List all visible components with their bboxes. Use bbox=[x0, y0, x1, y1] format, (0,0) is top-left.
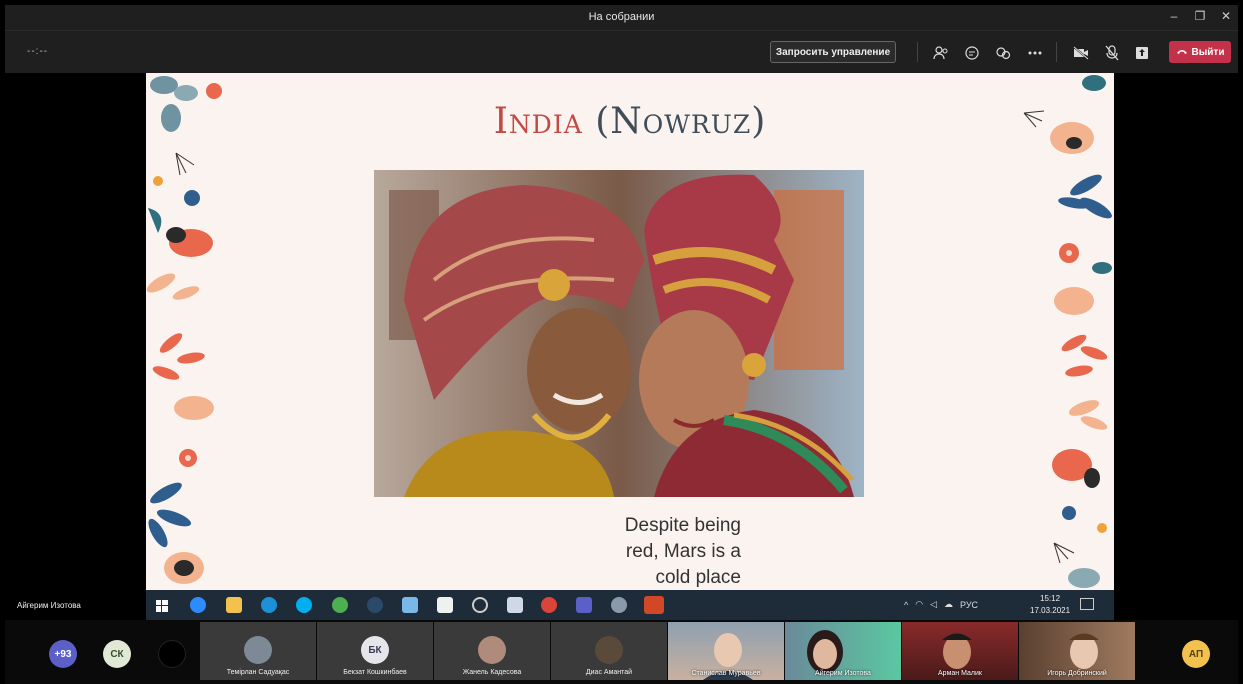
wifi-icon[interactable]: ◠ bbox=[915, 599, 923, 610]
participant-name: Жанель Кадесова bbox=[462, 669, 522, 676]
edge-icon[interactable] bbox=[261, 597, 277, 613]
participant-tile[interactable]: Диас Амантай bbox=[551, 622, 667, 680]
participant-tile[interactable]: БК Бекзат Кошкинбаев bbox=[317, 622, 433, 680]
participant-tile[interactable]: Жанель Кадесова bbox=[434, 622, 550, 680]
participant-name: Игорь Добринский bbox=[1047, 670, 1107, 677]
shared-slide: India (Nowruz) Despite being red, Mars i… bbox=[146, 73, 1114, 590]
mic-off-icon[interactable] bbox=[1102, 43, 1122, 63]
phone-hangup-icon bbox=[1176, 47, 1188, 58]
app-icon[interactable] bbox=[611, 597, 627, 613]
slide-title-country: India bbox=[493, 101, 583, 142]
notepad-icon[interactable] bbox=[437, 597, 453, 613]
participant-strip: +93 СК Темірлан Садуақас БК Бекзат Кошки… bbox=[5, 620, 1238, 684]
avatar bbox=[478, 636, 506, 664]
share-screen-icon[interactable] bbox=[1132, 43, 1152, 63]
file-explorer-icon[interactable] bbox=[226, 597, 242, 613]
skype-icon[interactable] bbox=[296, 597, 312, 613]
language-indicator[interactable]: РУС bbox=[960, 600, 978, 610]
chrome-icon[interactable] bbox=[541, 597, 557, 613]
participant-name: Диас Амантай bbox=[585, 669, 633, 676]
meeting-timer: --:-- bbox=[27, 46, 49, 57]
toolbar-divider bbox=[917, 42, 918, 62]
close-button[interactable]: ✕ bbox=[1218, 9, 1234, 23]
meeting-toolbar: --:-- Запросить управление Выйти bbox=[5, 30, 1238, 73]
title-bar: На собрании – ❐ ✕ bbox=[5, 5, 1238, 30]
presenter-name: Айгерим Изотова bbox=[17, 601, 81, 610]
app-icon[interactable] bbox=[472, 597, 488, 613]
reactions-icon[interactable] bbox=[993, 43, 1013, 63]
participant-avatar[interactable]: АП bbox=[1182, 640, 1210, 668]
minimize-button[interactable]: – bbox=[1166, 9, 1182, 23]
more-participants-badge[interactable]: +93 bbox=[49, 640, 77, 668]
participant-video[interactable]: Айгерим Изотова bbox=[785, 622, 901, 680]
windows-start-icon[interactable] bbox=[156, 599, 168, 612]
app-icon[interactable] bbox=[402, 597, 418, 613]
volume-icon[interactable]: ◁ bbox=[930, 599, 937, 610]
participant-name: Бекзат Кошкинбаев bbox=[343, 669, 407, 676]
more-icon[interactable] bbox=[1025, 43, 1045, 63]
caption-line: Despite being bbox=[624, 515, 741, 536]
participant-name: Темірлан Садуақас bbox=[226, 669, 290, 676]
participant-video[interactable]: Станислав Муравьев bbox=[668, 622, 784, 680]
teams-icon[interactable] bbox=[576, 597, 592, 613]
taskbar-clock[interactable]: 15:12 17.03.2021 bbox=[1030, 593, 1070, 617]
clock-date: 17.03.2021 bbox=[1030, 606, 1071, 615]
shared-taskbar: ^ ◠ ◁ ☁ РУС 15:12 17.03.2021 bbox=[146, 590, 1114, 620]
toolbar-divider bbox=[1056, 42, 1057, 62]
chevron-up-icon[interactable]: ^ bbox=[904, 600, 908, 610]
participants-icon[interactable] bbox=[931, 43, 951, 63]
app-icon[interactable] bbox=[507, 597, 523, 613]
slide-photo bbox=[374, 170, 864, 497]
participant-avatar[interactable]: СК bbox=[103, 640, 131, 668]
participant-name: Арман Малик bbox=[938, 670, 982, 677]
caption-line: cold place bbox=[655, 567, 741, 588]
floral-border-right bbox=[1023, 75, 1112, 588]
participant-name: Станислав Муравьев bbox=[691, 670, 761, 677]
avatar bbox=[244, 636, 272, 664]
zoom-icon[interactable] bbox=[190, 597, 206, 613]
maximize-button[interactable]: ❐ bbox=[1192, 9, 1208, 23]
avatar bbox=[595, 636, 623, 664]
powerpoint-icon[interactable] bbox=[644, 596, 664, 614]
leave-label: Выйти bbox=[1191, 46, 1225, 58]
slide-title-holiday: (Nowruz) bbox=[595, 101, 767, 142]
app-icon[interactable] bbox=[367, 597, 383, 613]
participant-video[interactable]: Арман Малик bbox=[902, 622, 1018, 680]
clock-time: 15:12 bbox=[1040, 594, 1061, 603]
slide-caption: Despite being red, Mars is a cold place bbox=[541, 513, 741, 590]
teams-meeting-window: На собрании – ❐ ✕ --:-- Запросить управл… bbox=[0, 0, 1243, 684]
request-control-button[interactable]: Запросить управление bbox=[770, 41, 896, 63]
slide-title: India (Nowruz) bbox=[146, 101, 1114, 142]
participant-name: Айгерим Изотова bbox=[815, 670, 871, 677]
caption-line: red, Mars is a bbox=[625, 541, 741, 562]
chat-icon[interactable] bbox=[962, 43, 982, 63]
camera-off-icon[interactable] bbox=[1071, 43, 1091, 63]
participant-video[interactable]: Игорь Добринский bbox=[1019, 622, 1135, 680]
system-tray: ^ ◠ ◁ ☁ РУС bbox=[904, 599, 978, 610]
participant-avatar[interactable] bbox=[158, 640, 186, 668]
cloud-icon[interactable]: ☁ bbox=[944, 599, 953, 610]
notification-icon[interactable] bbox=[1080, 598, 1094, 610]
window-controls: – ❐ ✕ bbox=[1166, 9, 1234, 23]
floral-border-left bbox=[146, 76, 222, 584]
leave-button[interactable]: Выйти bbox=[1169, 41, 1231, 63]
window-title: На собрании bbox=[588, 11, 655, 23]
avatar: БК bbox=[361, 636, 389, 664]
participant-tile[interactable]: Темірлан Садуақас bbox=[200, 622, 316, 680]
app-icon[interactable] bbox=[332, 597, 348, 613]
